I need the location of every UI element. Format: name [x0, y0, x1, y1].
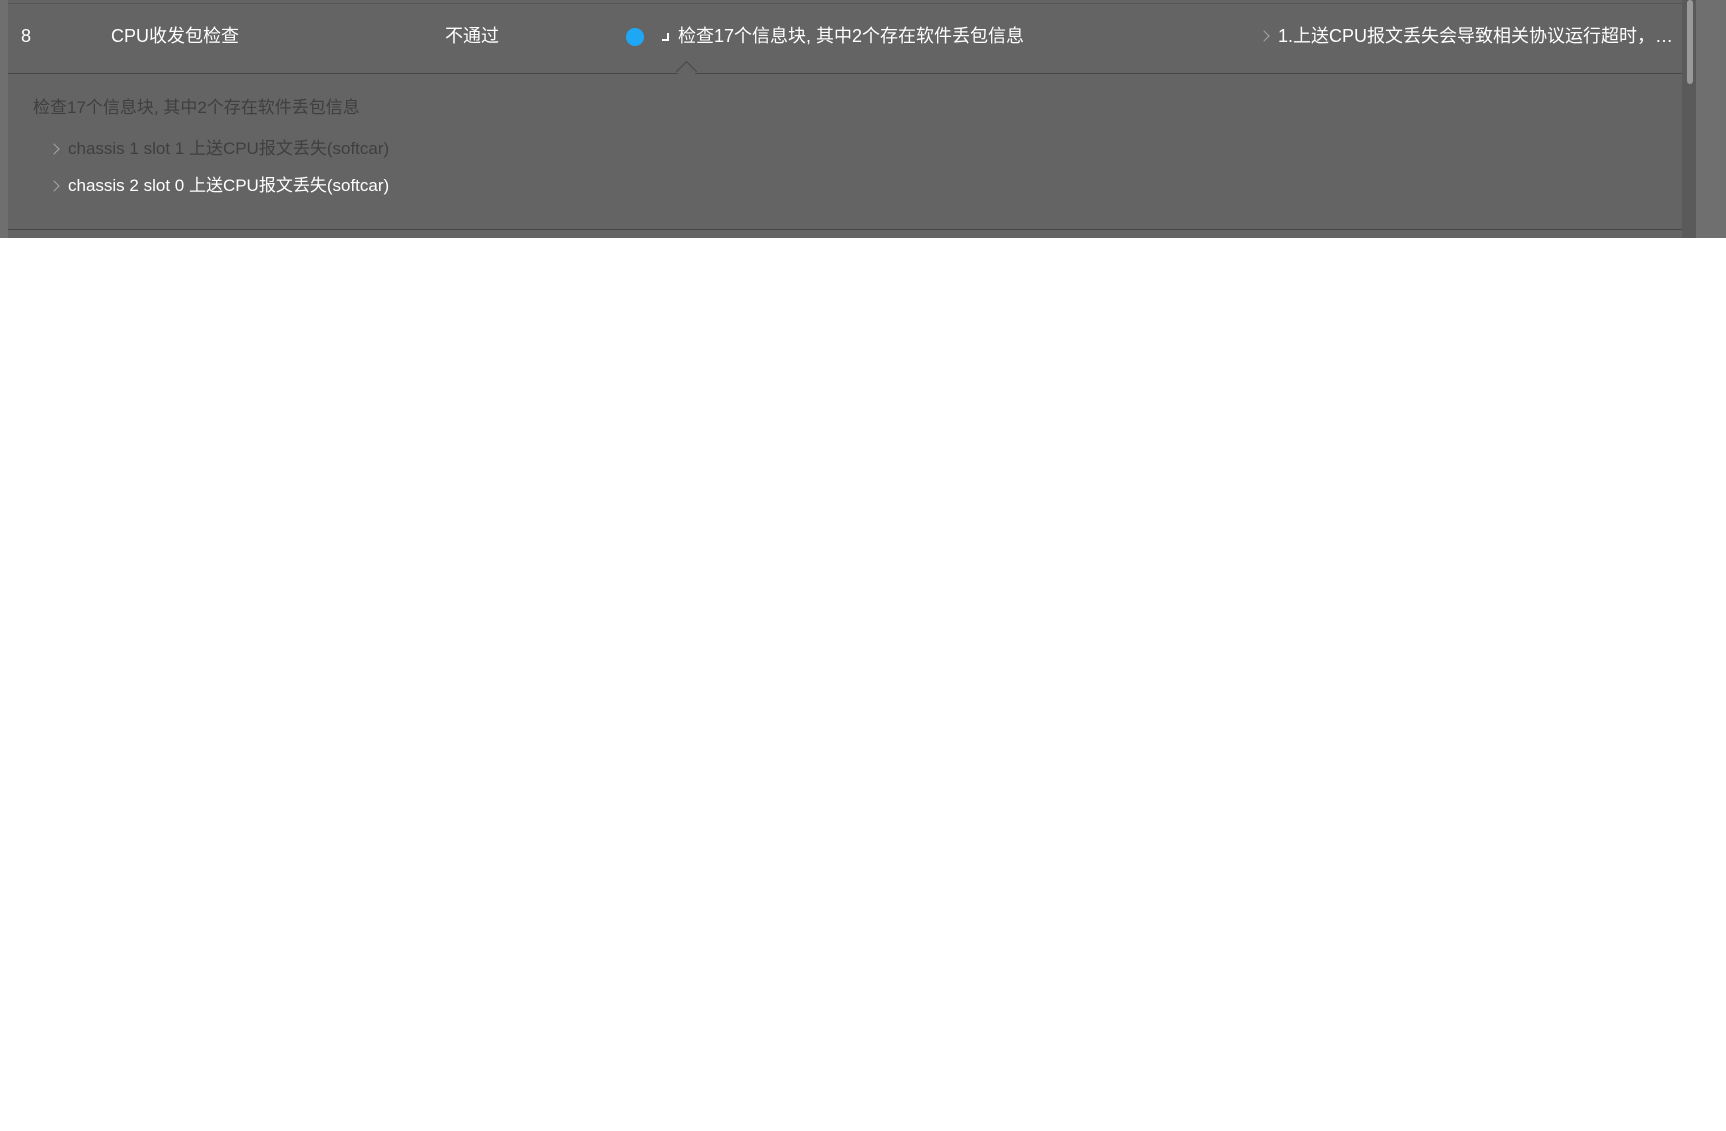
- row-index: 8: [21, 26, 32, 46]
- chevron-right-icon[interactable]: [1258, 30, 1270, 42]
- detail-expand-panel: 检查17个信息块, 其中2个存在软件丢包信息 chassis 1 slot 1 …: [8, 74, 1682, 230]
- row-bottom-border: [8, 229, 1682, 230]
- check-detail-summary[interactable]: 检查17个信息块, 其中2个存在软件丢包信息: [678, 24, 1024, 48]
- detail-item-label: chassis 1 slot 1 上送CPU报文丢失(softcar): [68, 139, 390, 158]
- detail-list-item[interactable]: chassis 1 slot 1 上送CPU报文丢失(softcar): [33, 134, 633, 164]
- table-row[interactable]: 8 CPU收发包检查 不通过 检查17个信息块, 其中2个存在软件丢包信息 1.…: [8, 4, 1682, 73]
- collapse-bracket-icon[interactable]: [662, 33, 669, 41]
- chevron-right-icon[interactable]: [48, 143, 60, 155]
- expand-panel-title: 检查17个信息块, 其中2个存在软件丢包信息: [33, 98, 360, 117]
- status-dot-icon: [626, 28, 644, 46]
- detail-list-item[interactable]: chassis 2 slot 0 上送CPU报文丢失(softcar): [33, 171, 633, 201]
- scrollbar-thumb[interactable]: [1687, 0, 1693, 84]
- detail-item-label: chassis 2 slot 0 上送CPU报文丢失(softcar): [68, 176, 390, 195]
- repair-advice[interactable]: 1.上送CPU报文丢失会导致相关协议运行超时，占...: [1278, 24, 1678, 48]
- check-result: 不通过: [445, 26, 499, 46]
- check-item-name: CPU收发包检查: [111, 26, 240, 46]
- chevron-right-icon[interactable]: [48, 180, 60, 192]
